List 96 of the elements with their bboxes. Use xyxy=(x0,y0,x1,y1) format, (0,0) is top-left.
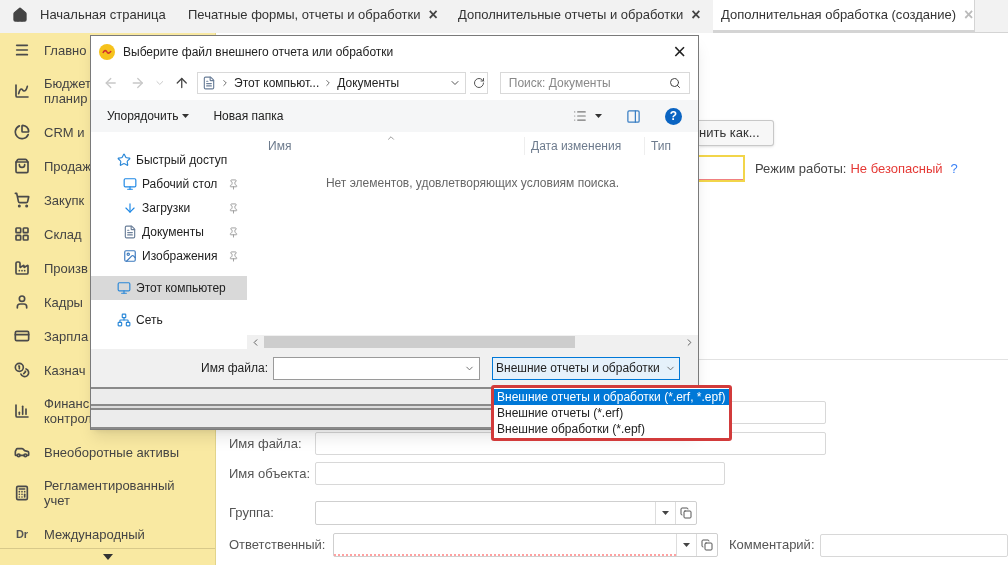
field-label: Имя файла: xyxy=(229,434,303,453)
sidebar-item[interactable]: Продаж xyxy=(44,158,92,174)
home-icon xyxy=(12,7,28,23)
new-folder-button[interactable]: Новая папка xyxy=(213,107,284,125)
pin-icon xyxy=(228,178,239,190)
nav-item[interactable]: Документы xyxy=(91,220,247,244)
menu-icon xyxy=(14,42,30,58)
bag-icon xyxy=(14,158,30,174)
pin-icon xyxy=(228,226,239,238)
field-label: Группа: xyxy=(229,504,275,523)
preview-pane-icon[interactable] xyxy=(626,108,641,124)
download-icon xyxy=(123,201,137,215)
section-icon: Dr xyxy=(15,525,29,543)
nav-item[interactable]: Этот компьютер xyxy=(91,276,247,300)
field-label: Имя файла: xyxy=(200,360,269,377)
computer-icon xyxy=(117,281,131,295)
caret-icon[interactable] xyxy=(595,114,602,118)
sort-icon xyxy=(386,133,396,143)
pin-icon xyxy=(228,202,239,214)
nav-item[interactable]: Рабочий стол xyxy=(91,172,247,196)
nav-item[interactable]: Сеть xyxy=(91,308,247,332)
sidebar-item[interactable]: Произв xyxy=(44,260,88,276)
document-icon xyxy=(123,225,137,239)
file-type-select[interactable]: Внешние отчеты и обработки xyxy=(492,356,680,380)
close-tab-icon[interactable]: × xyxy=(691,3,701,27)
sidebar-item[interactable]: Бюджет планир xyxy=(44,76,92,106)
file-name-field[interactable] xyxy=(273,356,480,380)
chart-icon xyxy=(14,83,30,99)
sidebar-item[interactable]: Склад xyxy=(44,226,82,242)
person-icon xyxy=(14,294,30,310)
scroll-down-icon[interactable] xyxy=(102,554,113,560)
sidebar-item[interactable]: Казнач xyxy=(44,362,86,378)
breadcrumb[interactable]: Документы xyxy=(337,73,400,92)
column-header[interactable]: Дата изменения xyxy=(524,137,644,155)
image-icon xyxy=(123,249,137,263)
mode-label: Режим работы: xyxy=(755,159,847,178)
help-link[interactable]: ? xyxy=(950,158,958,179)
dropdown-icon[interactable] xyxy=(662,511,669,515)
card-icon xyxy=(14,328,30,344)
open-icon[interactable] xyxy=(680,507,692,519)
input-field[interactable] xyxy=(315,462,725,485)
factory-icon xyxy=(14,260,30,276)
field-label: Ответственный: xyxy=(229,536,327,555)
tab[interactable]: Дополнительная обработка (создание) × xyxy=(713,0,975,33)
select-field[interactable] xyxy=(315,501,697,525)
field-label: Имя объекта: xyxy=(229,464,311,483)
document-icon xyxy=(202,75,217,90)
pie-chart-icon xyxy=(14,124,30,140)
input-field[interactable] xyxy=(699,155,745,182)
input-field[interactable] xyxy=(820,533,1008,557)
column-header[interactable]: Имя xyxy=(268,137,524,155)
sidebar-item[interactable]: Внеоборотные активы xyxy=(44,444,179,460)
app-logo-icon xyxy=(99,43,115,60)
sidebar-item[interactable]: CRM и xyxy=(44,124,85,140)
search-field[interactable]: Поиск: Документы xyxy=(499,71,690,94)
grid-icon xyxy=(14,226,30,242)
file-type-option[interactable]: Внешние обработки (*.epf) xyxy=(494,421,729,437)
help-button[interactable]: ? xyxy=(665,107,682,125)
open-icon[interactable] xyxy=(701,539,713,551)
sidebar-item[interactable]: Кадры xyxy=(44,294,83,310)
organize-button[interactable]: Упорядочить xyxy=(107,107,190,125)
coins-icon xyxy=(14,362,30,378)
sidebar-item[interactable]: Зарпла xyxy=(44,328,89,344)
file-type-option[interactable]: Внешние отчеты и обработки (*.erf, *.epf) xyxy=(494,389,729,405)
horizontal-scrollbar[interactable] xyxy=(247,335,698,349)
cart-icon xyxy=(14,192,30,208)
caret-icon xyxy=(182,114,190,118)
save-as-button[interactable]: нить как... xyxy=(699,120,774,146)
star-icon xyxy=(117,153,131,167)
sidebar-item[interactable]: Закупк xyxy=(44,192,85,208)
file-type-option[interactable]: Внешние отчеты (*.erf) xyxy=(494,405,729,421)
bar-chart-icon xyxy=(14,403,30,419)
dropdown-icon[interactable] xyxy=(683,543,690,547)
close-button[interactable]: × xyxy=(673,40,686,63)
nav-item[interactable]: Быстрый доступ xyxy=(91,148,247,172)
address-bar[interactable]: Этот компьют... Документы xyxy=(197,71,467,94)
field-label: Комментарий: xyxy=(729,536,816,555)
pin-icon xyxy=(228,250,239,262)
nav-item[interactable]: Загрузки xyxy=(91,196,247,220)
breadcrumb[interactable]: Этот компьют... xyxy=(234,73,320,92)
mode-value: Не безопасный xyxy=(850,159,943,178)
network-icon xyxy=(117,313,131,327)
sidebar-item[interactable]: Регламентированный учет xyxy=(44,478,175,508)
empty-message: Нет элементов, удовлетворяющих условиям поиска. xyxy=(324,175,621,192)
select-field[interactable] xyxy=(333,533,718,557)
sidebar-item[interactable]: Главно xyxy=(44,42,87,58)
search-icon xyxy=(669,76,681,89)
close-tab-icon[interactable]: × xyxy=(428,3,438,27)
refresh-icon[interactable] xyxy=(472,76,485,89)
view-icon[interactable] xyxy=(573,109,587,123)
dialog-title: Выберите файл внешнего отчета или обработки xyxy=(123,43,394,61)
sidebar-item[interactable]: Международный xyxy=(44,526,145,542)
calculator-icon xyxy=(14,485,30,501)
nav-item[interactable]: Изображения xyxy=(91,244,247,268)
monitor-icon xyxy=(123,177,137,191)
column-header[interactable]: Тип xyxy=(644,137,671,155)
